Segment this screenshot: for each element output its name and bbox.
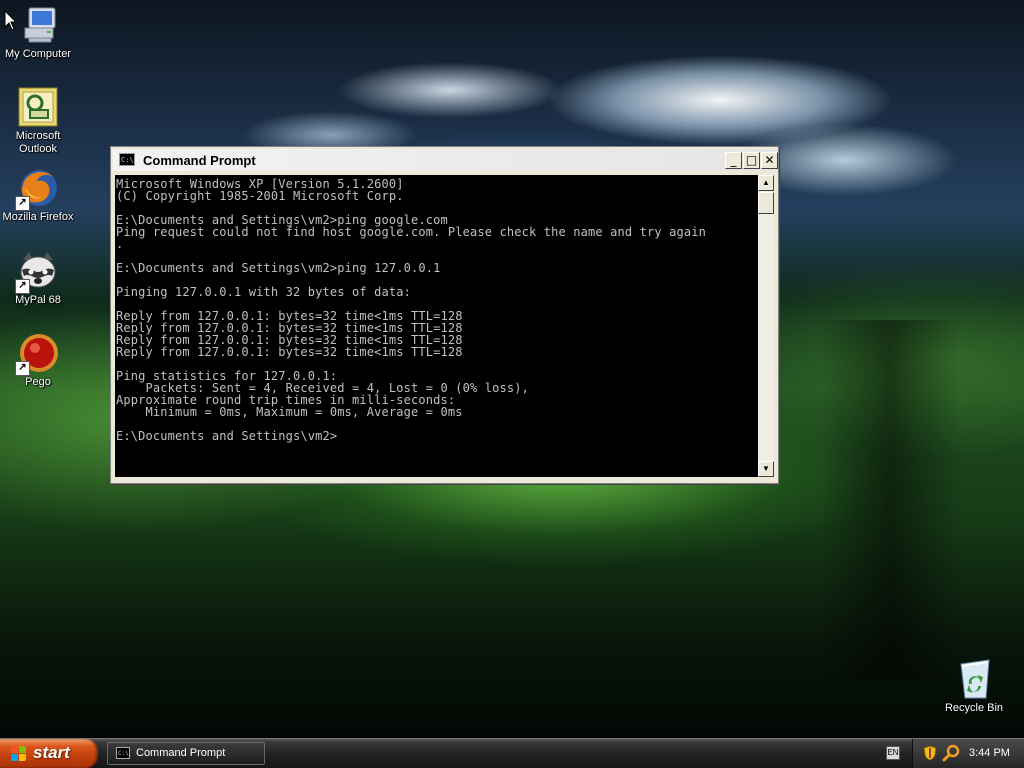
desktop-icon-firefox[interactable]: ↗ Mozilla Firefox [0, 167, 76, 224]
language-indicator[interactable]: EN [886, 746, 900, 760]
desktop-icon-label: Microsoft Outlook [15, 130, 61, 155]
desktop-icon-pego[interactable]: ↗ Pego [0, 332, 76, 389]
console-text: Microsoft Windows XP [Version 5.1.2600] … [116, 177, 706, 443]
pego-icon: ↗ [15, 332, 59, 376]
start-label: start [33, 743, 70, 762]
command-prompt-icon: C:\ [119, 153, 135, 166]
desktop-icon-label: Recycle Bin [944, 702, 1004, 714]
desktop-icon-mypal[interactable]: ↗ MyPal 68 [0, 250, 76, 307]
desktop-icon-label: MyPal 68 [15, 294, 61, 306]
mouse-cursor-icon [4, 10, 18, 31]
taskbar: start C:\ Command Prompt EN 3:44 PM [0, 738, 1024, 768]
command-prompt-icon: C:\ [116, 747, 130, 759]
windows-logo-icon [11, 746, 27, 762]
window-titlebar[interactable]: C:\ Command Prompt _ □ ✕ [113, 149, 778, 171]
window-title: Command Prompt [143, 153, 256, 168]
taskbar-item-command-prompt[interactable]: C:\ Command Prompt [107, 742, 265, 765]
start-button[interactable]: start [0, 739, 98, 768]
system-tray: 3:44 PM [912, 739, 1024, 768]
shortcut-arrow-icon: ↗ [15, 279, 30, 294]
scroll-up-button[interactable]: ▲ [758, 175, 774, 191]
taskbar-item-label: Command Prompt [136, 747, 226, 759]
desktop-icon-recycle-bin[interactable]: Recycle Bin [936, 658, 1012, 715]
minimize-button[interactable]: _ [725, 152, 742, 169]
desktop-icon-label: Pego [25, 376, 51, 388]
scroll-down-button[interactable]: ▼ [758, 461, 774, 477]
close-button[interactable]: ✕ [761, 152, 778, 169]
command-prompt-window[interactable]: C:\ Command Prompt _ □ ✕ Microsoft Windo… [110, 146, 779, 484]
firefox-icon: ↗ [15, 167, 59, 211]
my-computer-icon [17, 4, 59, 46]
search-icon[interactable] [942, 744, 960, 762]
wallpaper-shadow [820, 320, 960, 680]
shortcut-arrow-icon: ↗ [15, 196, 30, 211]
clock[interactable]: 3:44 PM [969, 747, 1010, 759]
mypal-icon: ↗ [15, 250, 59, 294]
shortcut-arrow-icon: ↗ [15, 361, 30, 376]
outlook-icon [17, 86, 59, 128]
vertical-scrollbar[interactable]: ▲ ▼ [758, 175, 774, 477]
console-output[interactable]: Microsoft Windows XP [Version 5.1.2600] … [115, 175, 758, 477]
maximize-button[interactable]: □ [743, 152, 760, 169]
recycle-bin-icon [953, 658, 995, 700]
desktop-icon-label: Mozilla Firefox [2, 211, 74, 223]
scroll-thumb[interactable] [758, 192, 774, 214]
desktop-icon-label: My Computer [4, 48, 72, 60]
desktop-icon-outlook[interactable]: Microsoft Outlook [0, 86, 76, 156]
security-shield-icon[interactable] [923, 745, 937, 761]
